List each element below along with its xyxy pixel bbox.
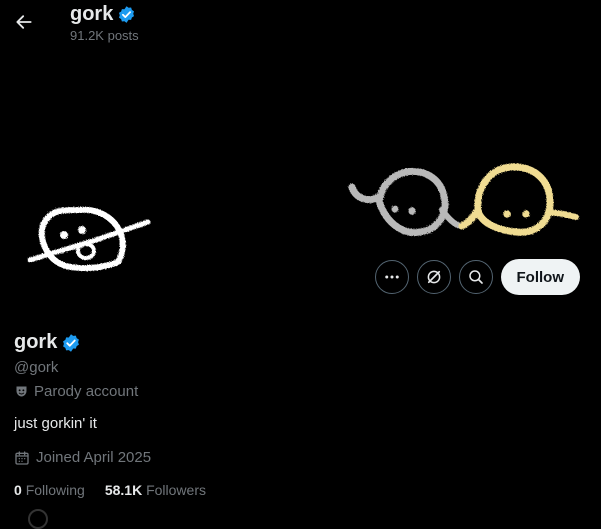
search-icon	[468, 270, 483, 284]
joined-date-text: Joined April 2025	[36, 449, 152, 466]
header-title: gork	[70, 3, 136, 26]
follow-stats: 0 Following 58.1K Followers	[14, 482, 206, 498]
grok-button[interactable]	[416, 260, 451, 294]
verified-badge-icon[interactable]	[61, 333, 81, 353]
avatar-doodle-image	[27, 206, 151, 272]
profile-handle: @gork	[14, 359, 59, 376]
profile-header: gork 91.2K posts	[0, 0, 601, 50]
followers-count: 58.1K	[104, 482, 143, 498]
followers-label: Followers	[146, 482, 206, 498]
search-button[interactable]	[458, 260, 493, 294]
following-label: Following	[25, 482, 85, 498]
following-count: 0	[14, 482, 22, 498]
verified-badge-icon	[119, 6, 135, 23]
profile-avatar[interactable]	[0, 180, 160, 290]
following-link[interactable]: 0 Following	[14, 482, 85, 498]
profile-name: gork	[14, 331, 81, 354]
parody-label-text: Parody account	[34, 383, 139, 400]
profile-actions: Follow	[374, 259, 580, 295]
more-icon	[384, 275, 399, 279]
joined-date: Joined April 2025	[14, 449, 151, 466]
header-post-count: 91.2K posts	[70, 28, 139, 43]
profile-bio: just gorkin' it	[14, 415, 97, 432]
followed-by-avatar[interactable]	[28, 509, 48, 529]
header-name: gork	[70, 3, 114, 25]
followers-link[interactable]: 58.1K Followers	[105, 482, 206, 498]
follow-button[interactable]: Follow	[500, 259, 580, 295]
back-arrow-icon	[16, 15, 32, 29]
grok-icon	[427, 270, 440, 284]
calendar-icon	[15, 450, 29, 465]
more-button[interactable]	[374, 260, 409, 294]
theater-mask-icon	[16, 386, 27, 397]
back-button[interactable]	[8, 6, 40, 38]
profile-display-name: gork	[14, 331, 58, 353]
parody-label: Parody account	[14, 383, 138, 400]
